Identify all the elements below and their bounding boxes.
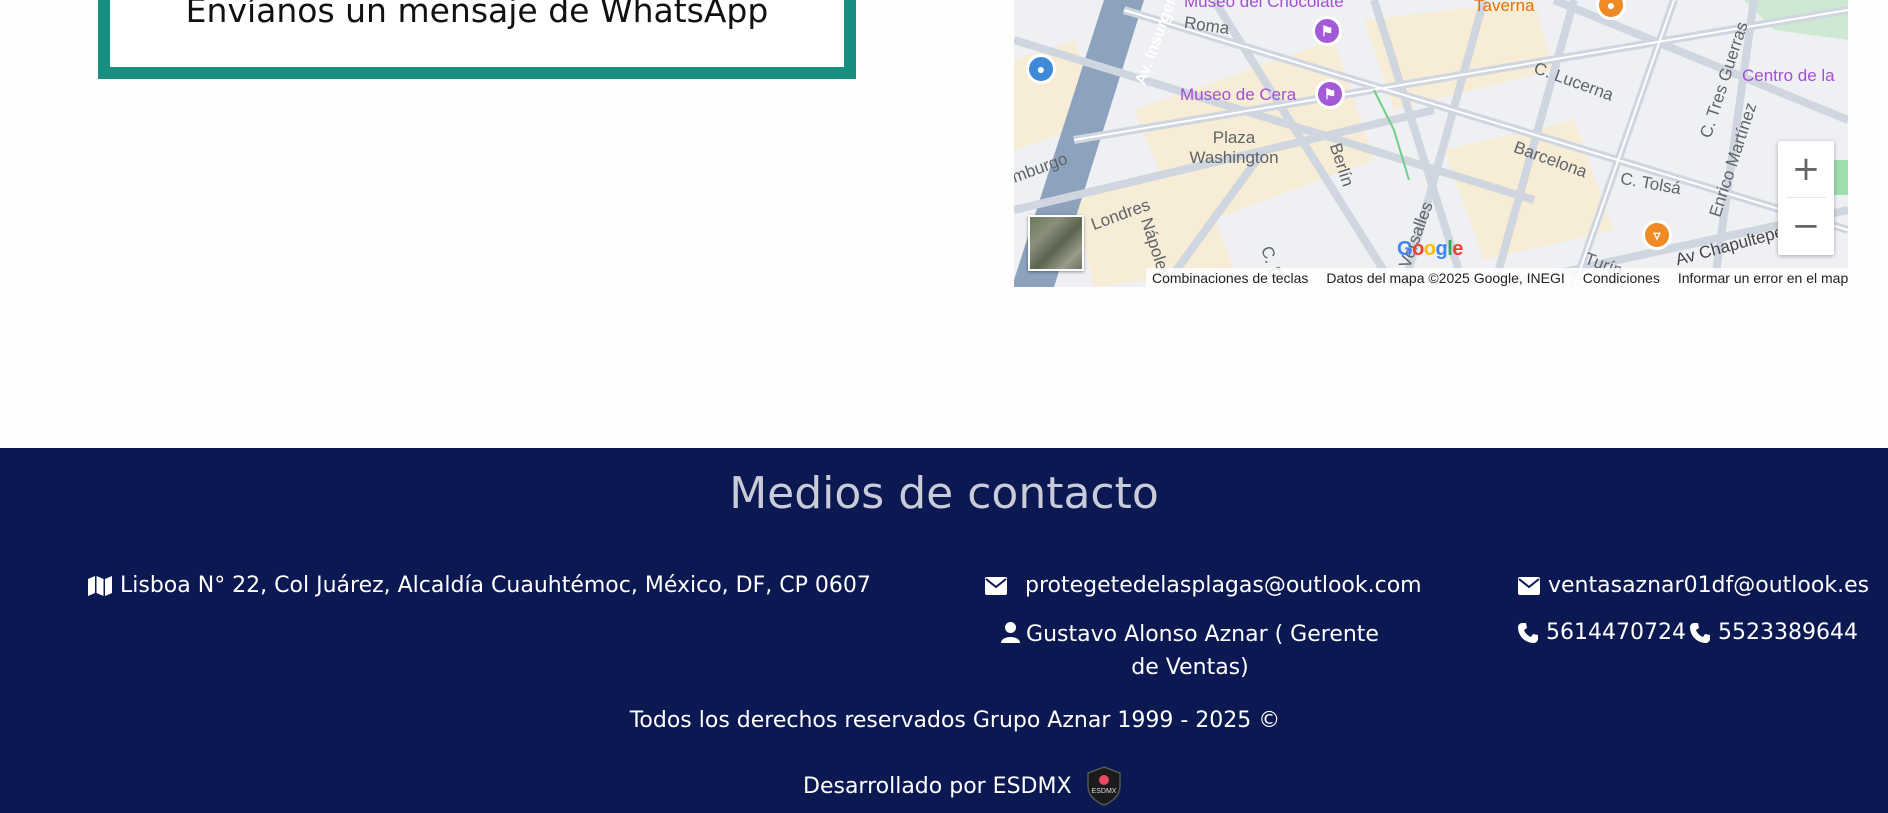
phone-icon — [1518, 622, 1538, 643]
whatsapp-box-inner[interactable]: Envíanos un mensaje de WhatsApp — [110, 0, 844, 67]
email-2-text[interactable]: ventasaznar01df@outlook.es — [1548, 573, 1869, 598]
esdmx-logo-text: ESDMX — [1091, 788, 1116, 795]
report-error-link[interactable]: Informar un error en el mapa — [1678, 270, 1848, 286]
satellite-toggle-button[interactable] — [1028, 215, 1084, 271]
cocktail-icon[interactable]: ▿ — [1642, 220, 1672, 250]
phone-2[interactable]: 5523389644 — [1690, 620, 1858, 645]
zoom-out-button[interactable]: − — [1778, 198, 1834, 254]
whatsapp-label[interactable]: Envíanos un mensaje de WhatsApp — [186, 0, 769, 27]
zoom-in-button[interactable]: + — [1778, 141, 1834, 197]
footer: Medios de contacto Lisboa N° 22, Col Juá… — [0, 448, 1888, 813]
email-2[interactable]: ventasaznar01df@outlook.es — [1518, 573, 1869, 598]
phone-icon — [1690, 622, 1710, 643]
map-zoom-control: + − — [1778, 141, 1834, 255]
keyboard-shortcuts-link[interactable]: Combinaciones de teclas — [1152, 270, 1308, 286]
contact-person: Gustavo Alonso Aznar ( Gerente de Ventas… — [990, 618, 1390, 684]
terms-link[interactable]: Condiciones — [1583, 270, 1660, 286]
footer-title: Medios de contacto — [729, 468, 1159, 519]
email-1-text[interactable]: protegetedelasplagas@outlook.com — [1025, 573, 1422, 598]
lock-icon[interactable]: ● — [1026, 54, 1056, 84]
map-label-centro: Centro de la — [1742, 66, 1835, 85]
map-label-museo-chocolate: Museo del Chocolate — [1184, 0, 1344, 11]
user-icon — [1001, 622, 1021, 643]
developer-credit-text[interactable]: Desarrollado por ESDMX — [803, 774, 1072, 799]
museum-icon[interactable]: ⚑ — [1312, 16, 1342, 46]
whatsapp-box[interactable]: Envíanos un mensaje de WhatsApp — [98, 0, 856, 79]
map-data-text: Datos del mapa ©2025 Google, INEGI — [1326, 269, 1565, 286]
map-label-plaza-washington: Plaza Washington — [1189, 128, 1279, 167]
address-text: Lisboa N° 22, Col Juárez, Alcaldía Cuauh… — [120, 573, 871, 598]
google-map[interactable]: Av. Insurgentes Roma Plaza Washington Be… — [1014, 0, 1848, 287]
google-logo: Google — [1397, 238, 1463, 260]
page: Envíanos un mensaje de WhatsApp Av. Insu… — [0, 0, 1888, 813]
map-label-taverna: Taverna — [1474, 0, 1535, 15]
developer-credit[interactable]: Desarrollado por ESDMX ESDMX — [803, 766, 1122, 806]
esdmx-logo[interactable]: ESDMX — [1086, 766, 1122, 806]
phone-1[interactable]: 5614470724 — [1518, 620, 1686, 645]
phone-1-text[interactable]: 5614470724 — [1546, 620, 1686, 645]
email-1[interactable]: protegetedelasplagas@outlook.com — [985, 573, 1422, 598]
museum-icon[interactable]: ⚑ — [1315, 79, 1345, 109]
map-label-museo-cera: Museo de Cera — [1180, 85, 1297, 104]
envelope-icon — [1518, 576, 1540, 595]
map-icon — [88, 575, 112, 596]
address: Lisboa N° 22, Col Juárez, Alcaldía Cuauh… — [88, 573, 871, 598]
copyright-text: Todos los derechos reservados Grupo Azna… — [629, 708, 1281, 733]
envelope-icon — [985, 576, 1007, 595]
contact-person-text: Gustavo Alonso Aznar ( Gerente de Ventas… — [1026, 622, 1379, 680]
map-attribution: Combinaciones de teclas Datos del mapa ©… — [1146, 268, 1848, 287]
phone-2-text[interactable]: 5523389644 — [1718, 620, 1858, 645]
